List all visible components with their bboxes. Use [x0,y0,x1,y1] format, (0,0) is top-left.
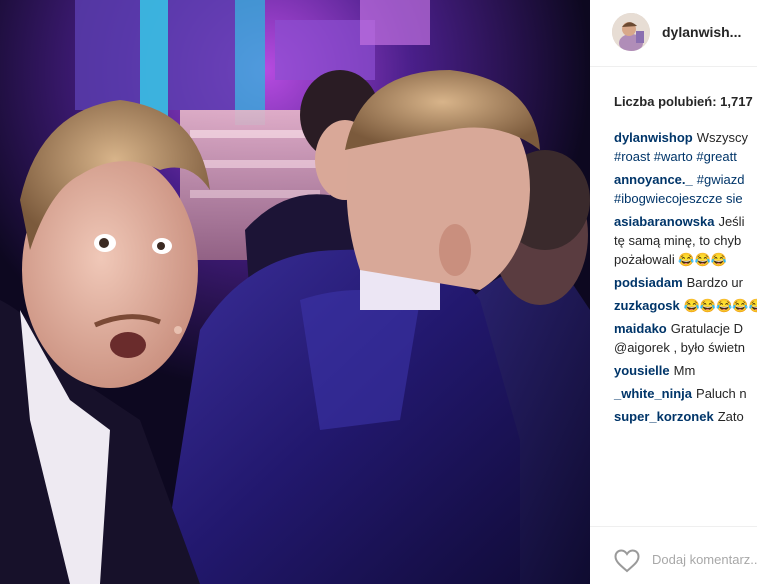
comment-item: _white_ninja Paluch n [614,384,757,403]
comment-text: @aigorek , było świetn [614,340,745,355]
comment-text: pożałowali 😂😂😂 [614,252,727,267]
comment-text: tę samą minę, to chyb [614,233,742,248]
photo-image [0,0,590,584]
comment-text: Jeśli [718,214,745,229]
comment-item: zuzkagosk 😂😂😂😂😂 [614,296,757,315]
avatar-image [612,13,650,51]
add-comment-input[interactable]: Dodaj komentarz... [652,552,757,567]
comment-text: Bardzo ur [686,275,743,290]
comment-hashtags[interactable]: #gwiazd [697,172,745,187]
comment-text: Zato [717,409,744,424]
comment-text: Mm [673,363,696,378]
comment-username[interactable]: maidako [614,321,667,336]
post-header: dylanwish... [590,0,757,67]
post-username[interactable]: dylanwish... [662,24,741,40]
comment-item: super_korzonek Zato [614,407,757,426]
comment-item: podsiadam Bardzo ur [614,273,757,292]
comment-username[interactable]: dylanwishop [614,130,693,145]
comment-username[interactable]: zuzkagosk [614,298,680,313]
comment-item: dylanwishop Wszyscy #roast #warto #greatt [614,128,757,166]
post-footer: Dodaj komentarz... [590,526,757,584]
comment-item: annoyance._ #gwiazd #ibogwiecojeszcze sie [614,170,757,208]
comment-text: Wszyscy [696,130,749,145]
comments-list: dylanwishop Wszyscy #roast #warto #greatt… [614,128,757,430]
comment-text: Gratulacje D [670,321,743,336]
post-side-panel: dylanwish... Liczba polubień: 1,717 dyla… [590,0,757,584]
comment-hashtags[interactable]: #roast #warto #greatt [614,147,757,166]
post-photo[interactable] [0,0,590,584]
comment-username[interactable]: super_korzonek [614,409,714,424]
comment-username[interactable]: podsiadam [614,275,683,290]
comment-item: asiabaranowska Jeśli tę samą minę, to chy… [614,212,757,269]
comment-username[interactable]: _white_ninja [614,386,692,401]
comment-text: 😂😂😂😂😂 [683,298,757,313]
heart-icon[interactable] [614,549,640,573]
heart-icon-svg [614,549,640,573]
comment-username[interactable]: annoyance._ [614,172,693,187]
comment-username[interactable]: yousielle [614,363,670,378]
comment-hashtags[interactable]: #ibogwiecojeszcze sie [614,189,757,208]
comment-username[interactable]: asiabaranowska [614,214,714,229]
comment-item: yousielle Mm [614,361,757,380]
avatar[interactable] [612,13,650,51]
comment-item: maidako Gratulacje D @aigorek , było świe… [614,319,757,357]
likes-count[interactable]: Liczba polubień: 1,717 [614,94,753,109]
comment-text: Paluch n [696,386,747,401]
